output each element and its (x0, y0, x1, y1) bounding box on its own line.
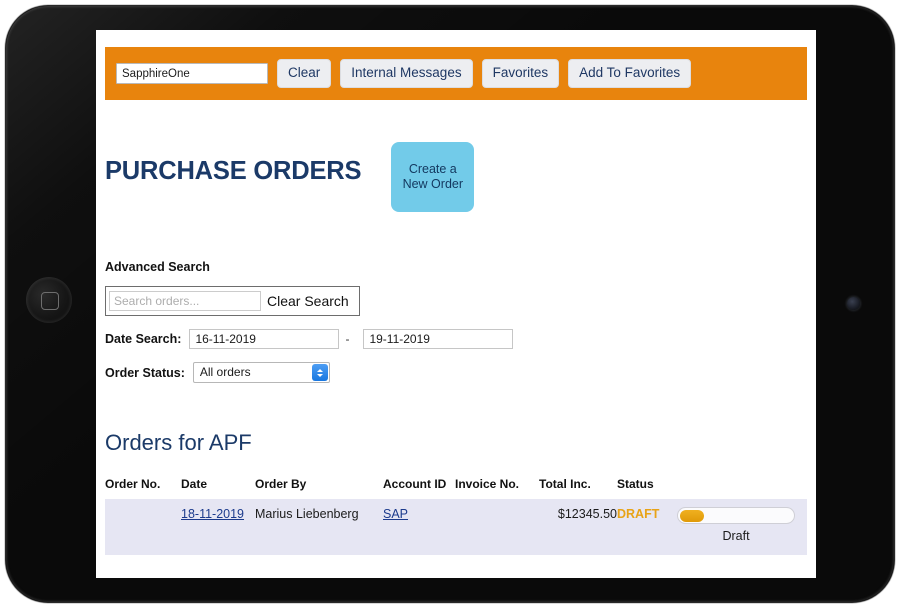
cell-total-inc: $12345.50 (557, 507, 617, 521)
column-header-order-by: Order By (255, 477, 307, 491)
home-button[interactable] (26, 277, 72, 323)
create-new-order-label-line1: Create a (408, 162, 457, 176)
orders-table: Order No. Date Order By Account ID Invoi… (105, 477, 807, 555)
order-status-select[interactable]: All orders (192, 362, 330, 383)
column-header-total-inc: Total Inc. (539, 477, 591, 491)
order-status-select-wrapper: All orders (192, 362, 330, 383)
column-header-status: Status (617, 477, 654, 491)
cell-order-by: Marius Liebenberg (255, 507, 359, 521)
orders-table-header-row: Order No. Date Order By Account ID Invoi… (105, 477, 807, 499)
column-header-account-id: Account ID (383, 477, 447, 491)
date-search-label: Date Search: (105, 332, 182, 346)
clear-search-button[interactable]: Clear Search (267, 293, 349, 309)
account-id-link[interactable]: SAP (383, 507, 408, 521)
date-to-input[interactable] (363, 329, 514, 349)
column-header-toggle (677, 477, 807, 499)
order-status-row: Order Status: All orders (105, 362, 807, 383)
tablet-device: Clear Internal Messages Favorites Add To… (0, 0, 900, 608)
order-date-link[interactable]: 18-11-2019 (181, 507, 244, 521)
date-range-separator: - (345, 332, 350, 346)
cell-status-toggle: Draft (677, 499, 807, 555)
table-row[interactable]: 18-11-2019 Marius Liebenberg SAP $12345.… (105, 499, 807, 555)
app-search-input[interactable] (116, 63, 268, 84)
home-button-icon (41, 292, 59, 310)
internal-messages-button[interactable]: Internal Messages (340, 59, 473, 88)
search-orders-input[interactable] (109, 291, 261, 311)
order-status-label: Order Status: (105, 365, 185, 380)
column-header-date: Date (181, 477, 208, 491)
column-header-order-no: Order No. (105, 477, 161, 491)
cell-date: 18-11-2019 (181, 499, 255, 555)
front-camera-icon (847, 297, 860, 310)
date-from-input[interactable] (189, 329, 340, 349)
toggle-knob (680, 509, 704, 522)
cell-status: DRAFT (617, 499, 677, 555)
add-to-favorites-button[interactable]: Add To Favorites (568, 59, 692, 88)
create-new-order-label-line2: New Order (402, 177, 464, 191)
column-header-invoice-no: Invoice No. (455, 477, 520, 491)
date-search-row: Date Search: - (105, 329, 807, 349)
advanced-search-label: Advanced Search (105, 260, 210, 274)
create-new-order-button[interactable]: Create a New Order (391, 142, 475, 212)
page-header: PURCHASE ORDERS Create a New Order (105, 100, 807, 212)
orders-heading: Orders for APF (105, 430, 252, 455)
clear-button[interactable]: Clear (277, 59, 332, 88)
page-body: PURCHASE ORDERS Create a New Order Advan… (105, 100, 807, 555)
search-box: Clear Search (105, 286, 360, 316)
orders-table-body: 18-11-2019 Marius Liebenberg SAP $12345.… (105, 499, 807, 555)
browser-screen: Clear Internal Messages Favorites Add To… (96, 30, 816, 578)
order-status-toggle[interactable] (677, 507, 795, 524)
status-badge: DRAFT (617, 507, 660, 521)
orders-table-head: Order No. Date Order By Account ID Invoi… (105, 477, 807, 499)
favorites-button[interactable]: Favorites (481, 59, 560, 88)
app-toolbar: Clear Internal Messages Favorites Add To… (105, 47, 807, 100)
cell-invoice-no (455, 499, 539, 555)
cell-account-id: SAP (383, 499, 455, 555)
page-title: PURCHASE ORDERS (105, 157, 362, 185)
order-status-toggle-label: Draft (722, 529, 750, 543)
cell-order-no (105, 499, 181, 555)
